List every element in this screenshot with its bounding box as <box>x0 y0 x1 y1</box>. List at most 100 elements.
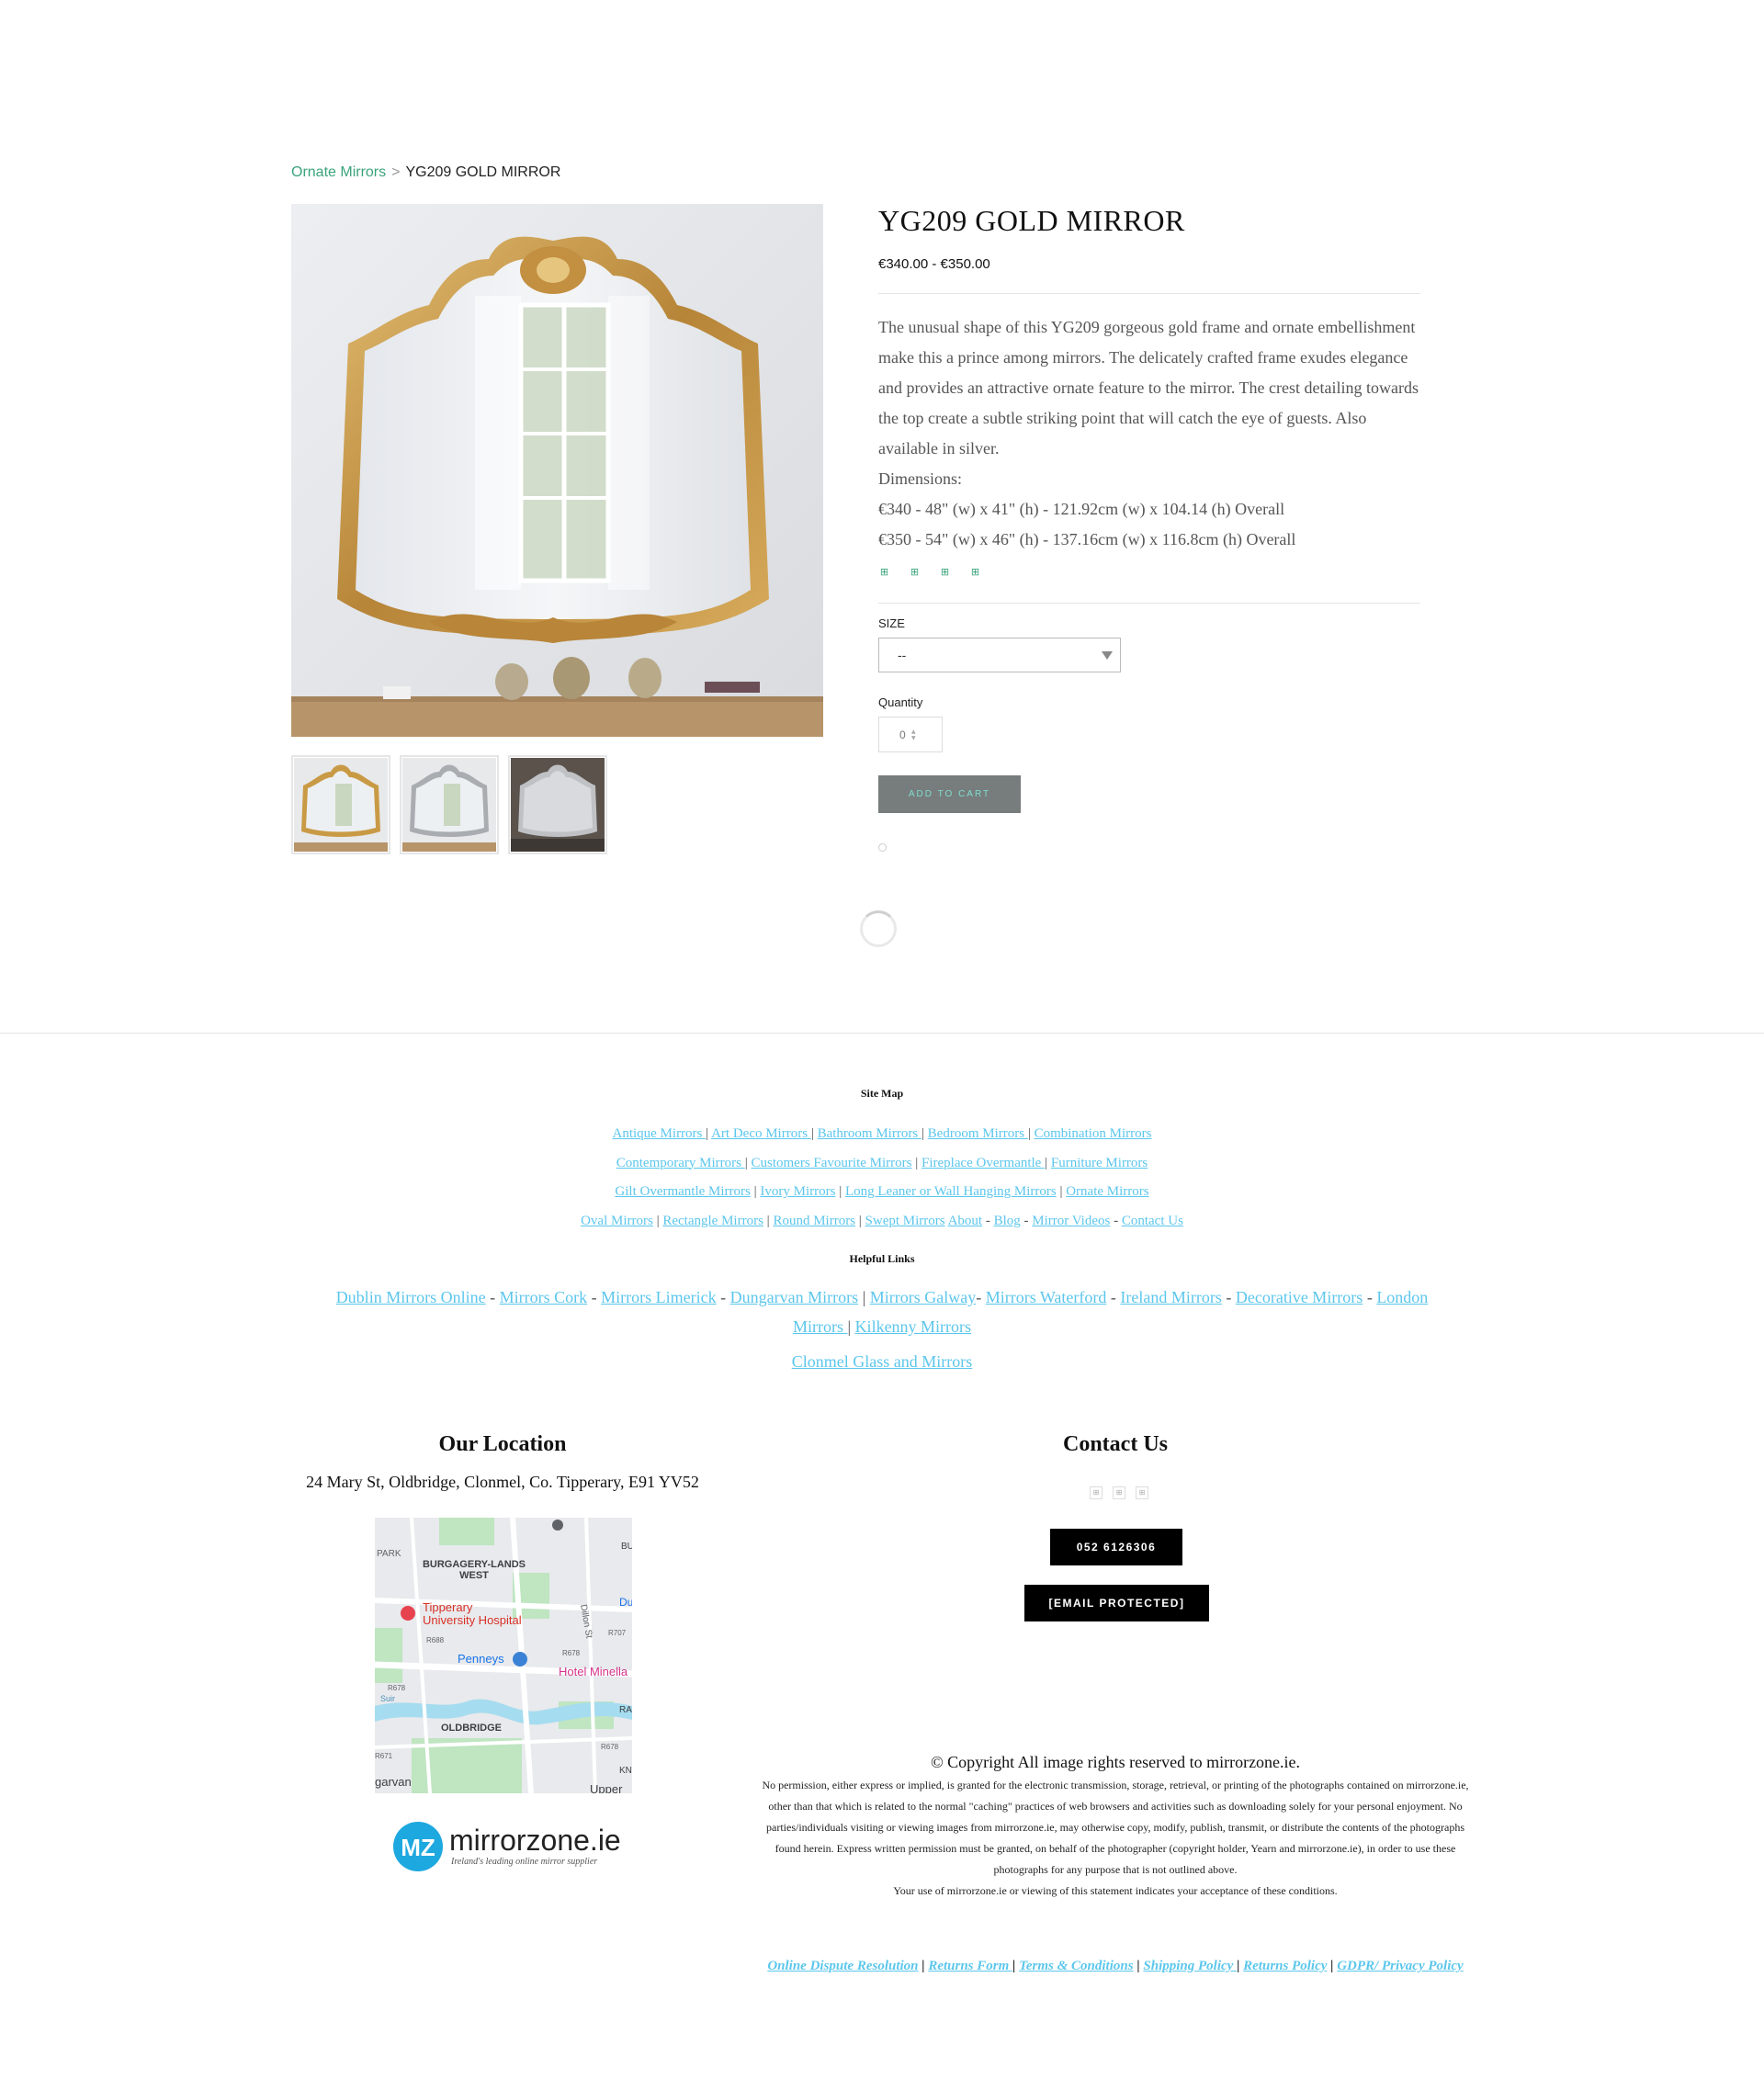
link-separator: | <box>652 1213 663 1228</box>
product-thumbnails <box>291 755 607 854</box>
link-ivory-mirrors[interactable]: Ivory Mirrors <box>760 1184 835 1199</box>
stepper-arrows-icon[interactable]: ▲ ▼ <box>911 729 916 741</box>
link-separator: | <box>1327 1959 1338 1973</box>
link-blog[interactable]: Blog <box>994 1214 1021 1228</box>
product-main-image[interactable] <box>291 204 823 737</box>
link-returns-form[interactable]: Returns Form <box>928 1959 1012 1973</box>
quantity-stepper[interactable]: 0 ▲ ▼ <box>878 717 943 752</box>
link-returns-policy[interactable]: Returns Policy <box>1243 1959 1327 1973</box>
link-gilt-overmantle-mirrors[interactable]: Gilt Overmantle Mirrors <box>615 1184 750 1199</box>
link-separator: - <box>982 1213 994 1228</box>
thumbnail-silver-mirror[interactable] <box>400 755 499 854</box>
svg-text:WEST: WEST <box>459 1570 489 1581</box>
svg-text:mirrorzone.ie: mirrorzone.ie <box>449 1824 620 1857</box>
link-separator: | <box>1133 1959 1144 1973</box>
facebook-icon[interactable]: ⊞ <box>1090 1486 1102 1499</box>
size-select-value: -- <box>898 648 907 662</box>
helpful-links-heading: Helpful Links <box>849 1252 915 1265</box>
link-bathroom-mirrors[interactable]: Bathroom Mirrors <box>818 1126 922 1141</box>
svg-text:R688: R688 <box>426 1636 445 1644</box>
product-price: €340.00 - €350.00 <box>878 256 990 272</box>
link-customers-favourite-mirrors[interactable]: Customers Favourite Mirrors <box>751 1156 911 1170</box>
link-mirrors-limerick[interactable]: Mirrors Limerick <box>601 1288 716 1306</box>
link-antique-mirrors[interactable]: Antique Mirrors <box>612 1126 706 1141</box>
link-decorative-mirrors[interactable]: Decorative Mirrors <box>1236 1288 1363 1306</box>
svg-text:Du: Du <box>619 1596 632 1609</box>
mail-icon[interactable]: ⊞ <box>969 566 981 578</box>
link-shipping-policy[interactable]: Shipping Policy <box>1143 1959 1237 1973</box>
quantity-value: 0 <box>899 729 906 741</box>
link-clonmel-glass-and-mirrors[interactable]: Clonmel Glass and Mirrors <box>792 1352 972 1371</box>
link-mirrors-galway[interactable]: Mirrors Galway <box>870 1288 976 1306</box>
divider <box>878 293 1420 294</box>
link-separator: | <box>918 1959 929 1973</box>
link-separator: - <box>1110 1213 1122 1228</box>
breadcrumb-link-ornate-mirrors[interactable]: Ornate Mirrors <box>291 164 386 180</box>
link-separator: | <box>1027 1126 1035 1141</box>
link-furniture-mirrors[interactable]: Furniture Mirrors <box>1051 1156 1148 1170</box>
facebook-icon[interactable]: ⊞ <box>878 566 890 578</box>
link-row: Clonmel Glass and Mirrors <box>291 1347 1473 1376</box>
link-mirrors-cork[interactable]: Mirrors Cork <box>500 1288 588 1306</box>
twitter-icon[interactable]: ⊞ <box>909 566 921 578</box>
phone-button[interactable]: 052 6126306 <box>1050 1529 1182 1565</box>
add-to-cart-button[interactable]: ADD TO CART <box>878 775 1021 813</box>
link-london[interactable]: London <box>1376 1288 1428 1306</box>
size-label: SIZE <box>878 616 905 630</box>
link-bedroom-mirrors[interactable]: Bedroom Mirrors <box>928 1126 1028 1141</box>
link-dublin-mirrors-online[interactable]: Dublin Mirrors Online <box>336 1288 486 1306</box>
svg-text:garvan: garvan <box>375 1775 412 1789</box>
breadcrumb: Ornate Mirrors > YG209 GOLD MIRROR <box>291 164 560 181</box>
link-swept-mirrors[interactable]: Swept Mirrors <box>865 1214 945 1228</box>
pinterest-icon[interactable]: ⊞ <box>939 566 951 578</box>
link-art-deco-mirrors[interactable]: Art Deco Mirrors <box>711 1126 811 1141</box>
breadcrumb-separator: > <box>391 164 401 180</box>
footer-divider <box>0 1033 1764 1034</box>
link-separator: | <box>855 1213 865 1228</box>
link-row: Gilt Overmantle Mirrors | Ivory Mirrors … <box>291 1178 1473 1207</box>
link-combination-mirrors[interactable]: Combination Mirrors <box>1035 1126 1152 1141</box>
svg-text:Hotel Minella: Hotel Minella <box>559 1665 628 1678</box>
location-map[interactable]: PARK BURGAGERY-LANDS WEST Tipperary Univ… <box>375 1518 632 1793</box>
helpful-links: Dublin Mirrors Online - Mirrors Cork - M… <box>291 1282 1473 1376</box>
link-separator: | <box>921 1126 928 1141</box>
svg-text:KN: KN <box>619 1766 632 1776</box>
link-kilkenny-mirrors[interactable]: Kilkenny Mirrors <box>855 1317 971 1336</box>
link-ireland-mirrors[interactable]: Ireland Mirrors <box>1120 1288 1221 1306</box>
mirrorzone-logo[interactable]: MZ mirrorzone.ie Ireland's leading onlin… <box>390 1819 621 1874</box>
link-separator: | <box>1056 1184 1067 1199</box>
link-fireplace-overmantle[interactable]: Fireplace Overmantle <box>922 1156 1045 1170</box>
copyright-statement: No permission, either express or implied… <box>757 1775 1474 1902</box>
link-rectangle-mirrors[interactable]: Rectangle Mirrors <box>662 1214 763 1228</box>
size-select[interactable]: -- <box>878 638 1121 672</box>
breadcrumb-current: YG209 GOLD MIRROR <box>405 164 561 180</box>
svg-text:R678: R678 <box>388 1684 406 1692</box>
link-mirror-videos[interactable]: Mirror Videos <box>1032 1214 1110 1228</box>
link-separator: - <box>485 1288 500 1306</box>
link-contact-us[interactable]: Contact Us <box>1122 1214 1183 1228</box>
copyright-acceptance-note: Your use of mirrorzone.ie or viewing of … <box>893 1884 1338 1897</box>
link-about[interactable]: About <box>948 1214 983 1228</box>
copyright-title: © Copyright All image rights reserved to… <box>930 1753 1301 1771</box>
email-button[interactable]: [EMAIL PROTECTED] <box>1024 1585 1209 1621</box>
link-gdpr-privacy-policy[interactable]: GDPR/ Privacy Policy <box>1337 1959 1463 1973</box>
pinterest-icon[interactable]: ⊞ <box>1136 1486 1148 1499</box>
link-row: Dublin Mirrors Online - Mirrors Cork - M… <box>291 1282 1473 1312</box>
link-contemporary-mirrors[interactable]: Contemporary Mirrors <box>616 1156 745 1170</box>
link-ornate-mirrors[interactable]: Ornate Mirrors <box>1066 1184 1148 1199</box>
link-mirrors-waterford[interactable]: Mirrors Waterford <box>986 1288 1107 1306</box>
link-round-mirrors[interactable]: Round Mirrors <box>773 1214 855 1228</box>
link-online-dispute-resolution[interactable]: Online Dispute Resolution <box>767 1959 918 1973</box>
link-mirrors[interactable]: Mirrors <box>793 1317 848 1336</box>
svg-text:Suir: Suir <box>380 1694 395 1703</box>
link-dungarvan-mirrors[interactable]: Dungarvan Mirrors <box>730 1288 858 1306</box>
thumbnail-gold-mirror[interactable] <box>291 755 390 854</box>
link-terms-conditions[interactable]: Terms & Conditions <box>1019 1959 1133 1973</box>
link-separator: - <box>1106 1288 1121 1306</box>
link-long-leaner-or-wall-hanging-mirrors[interactable]: Long Leaner or Wall Hanging Mirrors <box>845 1184 1057 1199</box>
svg-text:R678: R678 <box>562 1649 581 1657</box>
link-oval-mirrors[interactable]: Oval Mirrors <box>581 1214 653 1228</box>
link-separator: | <box>810 1126 818 1141</box>
twitter-icon[interactable]: ⊞ <box>1113 1486 1125 1499</box>
thumbnail-silver-mirror-dark[interactable] <box>508 755 607 854</box>
